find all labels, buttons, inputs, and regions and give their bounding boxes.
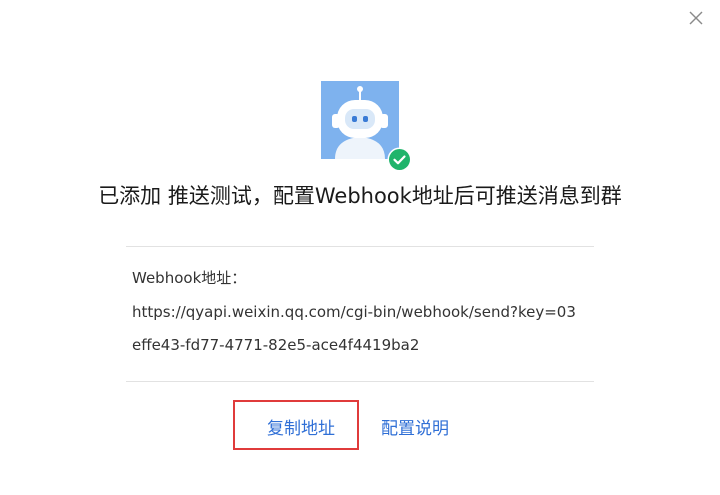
check-circle-icon xyxy=(387,147,412,172)
divider-bottom xyxy=(126,381,594,382)
config-help-link[interactable]: 配置说明 xyxy=(381,418,449,440)
divider-top xyxy=(126,246,594,247)
webhook-added-dialog: 已添加 推送测试，配置Webhook地址后可推送消息到群 Webhook地址： … xyxy=(0,0,720,495)
close-icon[interactable] xyxy=(686,8,706,28)
copy-address-link[interactable]: 复制地址 xyxy=(267,418,335,440)
webhook-url-line-1: https://qyapi.weixin.qq.com/cgi-bin/webh… xyxy=(132,303,576,321)
bot-avatar xyxy=(321,81,412,172)
webhook-url-line-2: effe43-fd77-4771-82e5-ace4f4419ba2 xyxy=(132,336,420,354)
webhook-label: Webhook地址： xyxy=(132,269,247,287)
dialog-title: 已添加 推送测试，配置Webhook地址后可推送消息到群 xyxy=(98,184,622,208)
